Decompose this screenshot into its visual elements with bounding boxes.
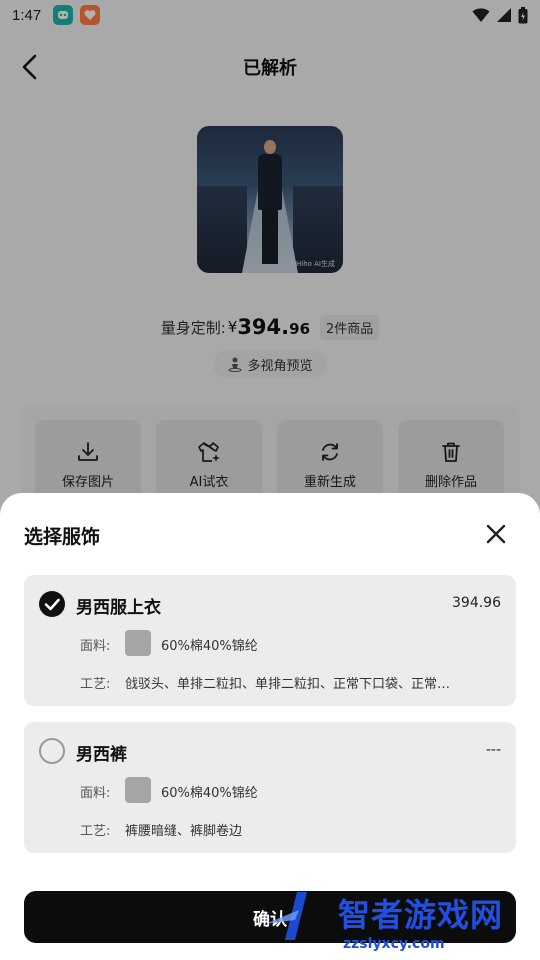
garment-name: 男西裤 bbox=[76, 745, 127, 765]
watermark-logo-icon bbox=[265, 892, 307, 940]
close-icon[interactable] bbox=[484, 522, 508, 546]
site-watermark: 智者游戏网 zzslyxcy.com bbox=[255, 880, 540, 960]
craft-value: 戗驳头、单排二粒扣、单排二粒扣、正常下口袋、正常… bbox=[125, 677, 451, 692]
checkmark-icon bbox=[44, 598, 60, 611]
craft-value: 裤腰暗缝、裤脚卷边 bbox=[125, 824, 243, 839]
garment-name: 男西服上衣 bbox=[76, 598, 161, 618]
fabric-swatch bbox=[125, 630, 151, 656]
watermark-url: zzslyxcy.com bbox=[343, 936, 445, 952]
checkbox-checked[interactable] bbox=[39, 591, 65, 617]
fabric-label: 面料: bbox=[80, 639, 111, 654]
fabric-swatch bbox=[125, 777, 151, 803]
fabric-value: 60%棉40%锦纶 bbox=[161, 786, 258, 801]
fabric-label: 面料: bbox=[80, 786, 111, 801]
craft-label: 工艺: bbox=[80, 677, 111, 692]
garment-card-trousers[interactable]: 男西裤 --- 面料: 60%棉40%锦纶 工艺: 裤腰暗缝、裤脚卷边 bbox=[24, 722, 516, 853]
watermark-text: 智者游戏网 bbox=[338, 896, 504, 934]
craft-label: 工艺: bbox=[80, 824, 111, 839]
sheet-title: 选择服饰 bbox=[24, 526, 101, 548]
garment-price: 394.96 bbox=[452, 595, 501, 611]
garment-card-jacket[interactable]: 男西服上衣 394.96 面料: 60%棉40%锦纶 工艺: 戗驳头、单排二粒扣… bbox=[24, 575, 516, 706]
checkbox-unchecked[interactable] bbox=[39, 738, 65, 764]
garment-price: --- bbox=[485, 742, 501, 758]
fabric-value: 60%棉40%锦纶 bbox=[161, 639, 258, 654]
